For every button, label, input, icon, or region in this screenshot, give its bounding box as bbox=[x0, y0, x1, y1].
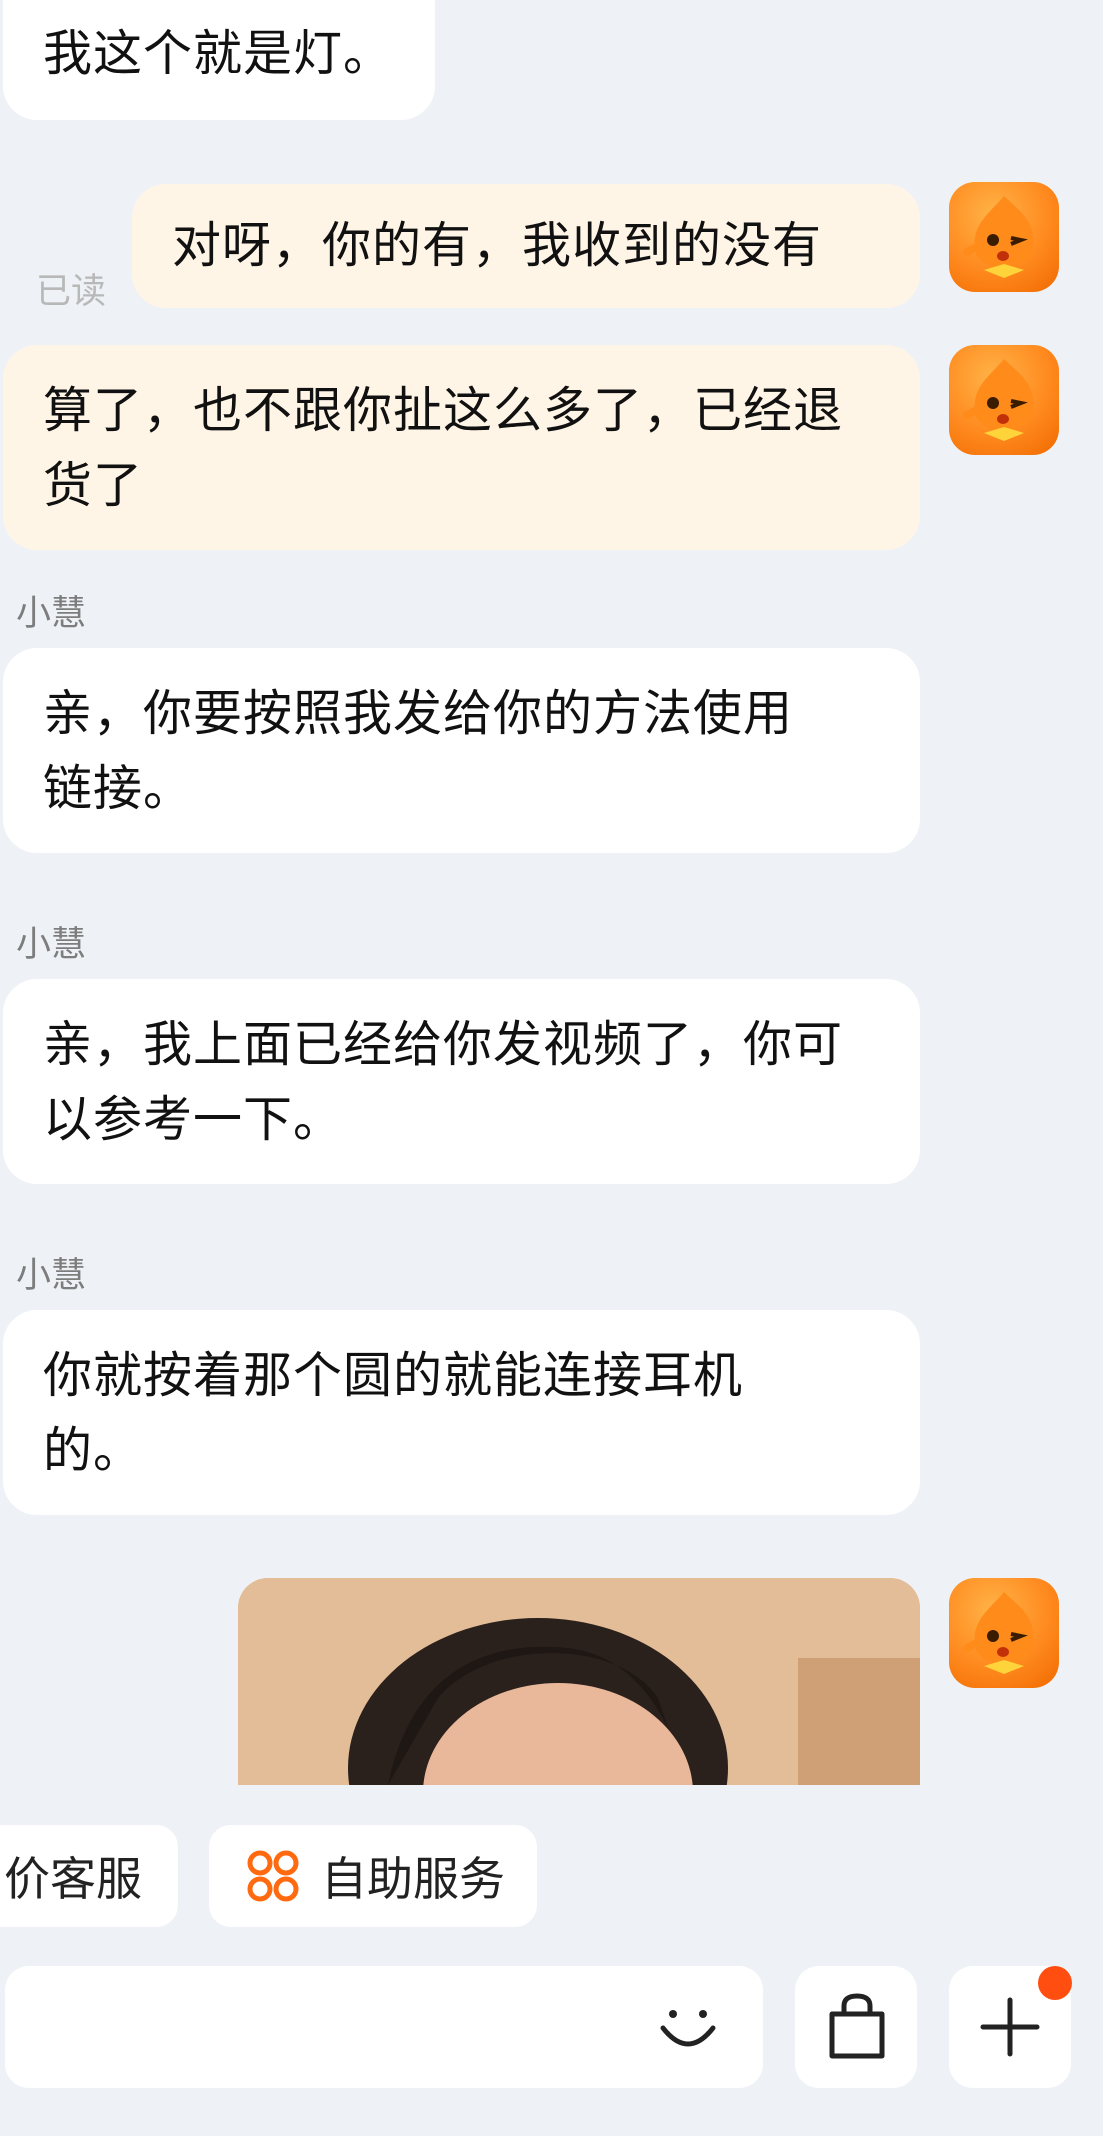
message-bubble[interactable]: 我这个就是灯。 bbox=[3, 0, 435, 120]
message-text: 你就按着那个圆的就能连接耳机的。 bbox=[43, 1347, 744, 1479]
message-text: 我这个就是灯。 bbox=[43, 25, 394, 82]
notification-badge bbox=[1038, 1966, 1072, 2000]
message-bubble[interactable]: 你就按着那个圆的就能连接耳机的。 bbox=[3, 1310, 920, 1515]
sender-name: 小慧 bbox=[16, 594, 87, 634]
photo-thumbnail bbox=[238, 1578, 920, 1785]
quick-action-self-service[interactable]: 自助服务 bbox=[209, 1825, 537, 1927]
shop-button[interactable] bbox=[795, 1966, 917, 2088]
user-avatar[interactable] bbox=[949, 345, 1059, 455]
mascot-icon bbox=[963, 1592, 1034, 1674]
quick-action-price-service[interactable]: 价客服 bbox=[0, 1825, 178, 1927]
user-avatar[interactable] bbox=[949, 182, 1059, 292]
sender-name: 小慧 bbox=[16, 925, 87, 965]
sender-name: 小慧 bbox=[16, 1256, 87, 1296]
message-bubble[interactable]: 算了，也不跟你扯这么多了，已经退货了 bbox=[3, 345, 920, 550]
read-status: 已读 bbox=[36, 272, 107, 312]
message-text: 亲，我上面已经给你发视频了，你可以参考一下。 bbox=[43, 1016, 844, 1148]
message-text: 对呀，你的有，我收到的没有 bbox=[172, 217, 823, 274]
mascot-icon bbox=[963, 196, 1034, 278]
mascot-icon bbox=[963, 359, 1034, 441]
message-bubble[interactable]: 对呀，你的有，我收到的没有 bbox=[132, 184, 920, 308]
message-text: 亲，你要按照我发给你的方法使用链接。 bbox=[43, 685, 794, 817]
user-avatar[interactable] bbox=[949, 1578, 1059, 1688]
message-text: 算了，也不跟你扯这么多了，已经退货了 bbox=[43, 382, 844, 514]
message-input[interactable] bbox=[5, 1966, 763, 2088]
quick-action-label: 价客服 bbox=[4, 1852, 142, 1906]
shopping-bag-icon bbox=[822, 1992, 892, 2066]
smile-icon[interactable] bbox=[655, 1994, 721, 2064]
image-message[interactable] bbox=[238, 1578, 920, 1785]
message-bubble[interactable]: 亲，我上面已经给你发视频了，你可以参考一下。 bbox=[3, 979, 920, 1184]
quick-action-label: 自助服务 bbox=[321, 1852, 505, 1906]
four-circles-icon bbox=[245, 1848, 301, 1904]
plus-icon bbox=[977, 1994, 1043, 2064]
message-bubble[interactable]: 亲，你要按照我发给你的方法使用链接。 bbox=[3, 648, 920, 853]
chat-area[interactable]: 我这个就是灯。 已读 对呀，你的有，我收到的没有 算了，也不跟你扯这么多了，已经… bbox=[0, 0, 1103, 1785]
